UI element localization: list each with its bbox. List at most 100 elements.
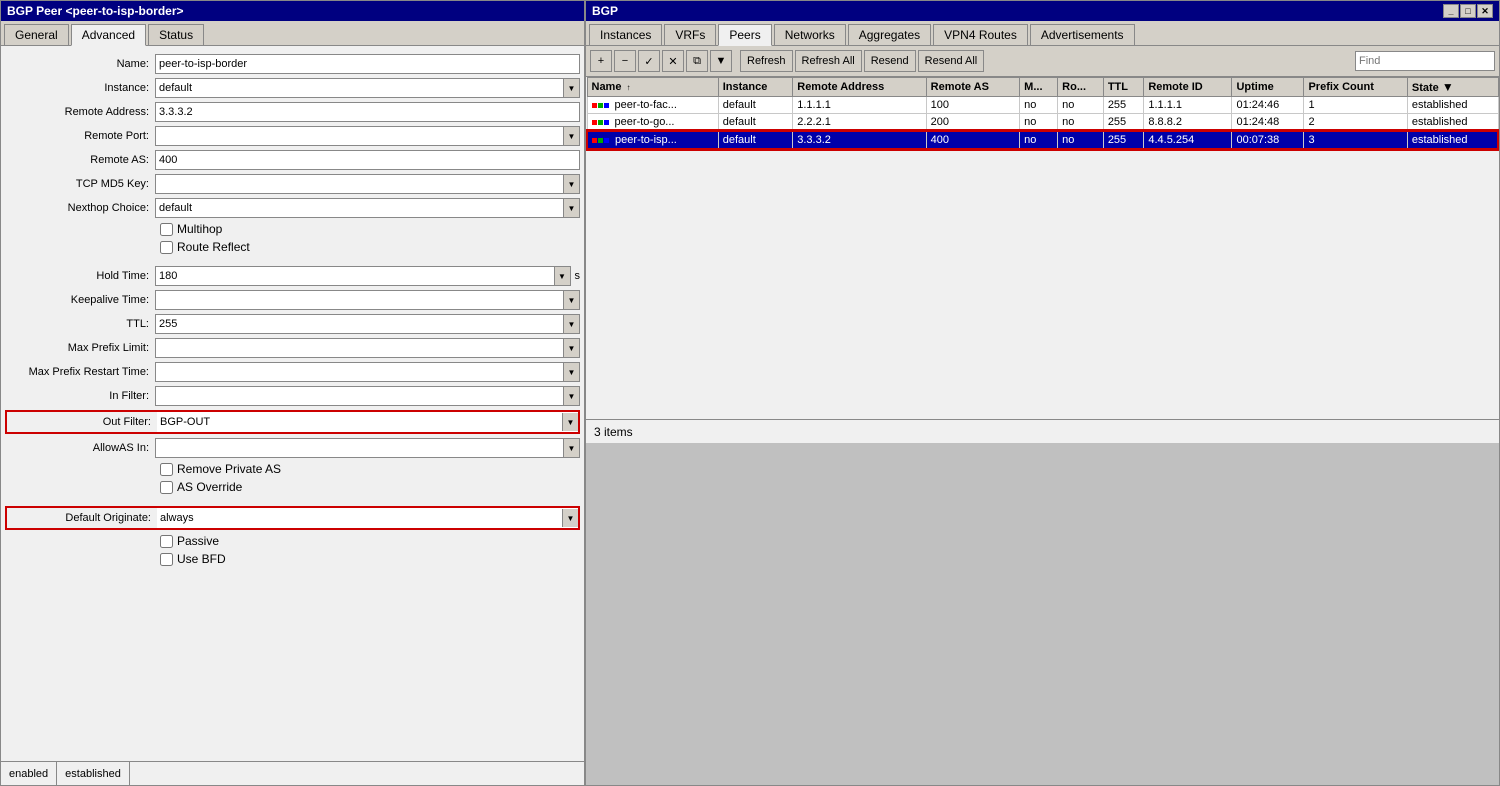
- allow-as-dropdown-btn[interactable]: ▼: [563, 439, 579, 457]
- ttl-select[interactable]: 255 ▼: [155, 314, 580, 334]
- multihop-checkbox[interactable]: [160, 223, 173, 236]
- max-prefix-dropdown-btn[interactable]: ▼: [563, 339, 579, 357]
- col-remote-as[interactable]: Remote AS: [926, 78, 1020, 97]
- remote-as-field[interactable]: [155, 150, 580, 170]
- in-filter-dropdown-btn[interactable]: ▼: [563, 387, 579, 405]
- remote-address-field[interactable]: [155, 102, 580, 122]
- name-sort-icon: ↑: [627, 83, 631, 92]
- out-filter-highlighted-wrapper: Out Filter: BGP-OUT ▼: [5, 410, 580, 434]
- resend-btn[interactable]: Resend: [864, 50, 916, 72]
- tcp-md5-dropdown-btn[interactable]: ▼: [563, 175, 579, 193]
- col-prefix-count[interactable]: Prefix Count: [1304, 78, 1407, 97]
- remove-private-as-checkbox[interactable]: [160, 463, 173, 476]
- col-remote-id[interactable]: Remote ID: [1144, 78, 1232, 97]
- instance-select[interactable]: default ▼: [155, 78, 580, 98]
- status-established: established: [57, 762, 130, 785]
- col-m[interactable]: M...: [1020, 78, 1058, 97]
- instance-dropdown-btn[interactable]: ▼: [563, 79, 579, 97]
- peer-uptime-3: 00:07:38: [1232, 131, 1304, 149]
- name-field[interactable]: [155, 54, 580, 74]
- default-originate-select[interactable]: always ▼: [157, 508, 578, 528]
- allow-as-select[interactable]: ▼: [155, 438, 580, 458]
- refresh-all-btn[interactable]: Refresh All: [795, 50, 862, 72]
- col-instance[interactable]: Instance: [718, 78, 793, 97]
- max-prefix-select[interactable]: ▼: [155, 338, 580, 358]
- route-reflect-checkbox[interactable]: [160, 241, 173, 254]
- peer-icon-sq-b: [604, 120, 609, 125]
- keepalive-dropdown-btn[interactable]: ▼: [563, 291, 579, 309]
- filter-btn[interactable]: ▼: [710, 50, 732, 72]
- col-uptime[interactable]: Uptime: [1232, 78, 1304, 97]
- hold-time-select[interactable]: 180 ▼: [155, 266, 571, 286]
- status-enabled: enabled: [1, 762, 57, 785]
- remove-btn[interactable]: −: [614, 50, 636, 72]
- peer-state-1: established: [1407, 97, 1498, 114]
- hold-time-dropdown-btn[interactable]: ▼: [554, 267, 570, 285]
- tab-peers[interactable]: Peers: [718, 24, 771, 46]
- table-row[interactable]: peer-to-go... default 2.2.2.1 200 no no …: [587, 114, 1498, 132]
- tab-vrfs[interactable]: VRFs: [664, 24, 716, 45]
- items-count: 3 items: [594, 425, 633, 439]
- tcp-md5-select[interactable]: ▼: [155, 174, 580, 194]
- remote-port-dropdown-btn[interactable]: ▼: [563, 127, 579, 145]
- out-filter-dropdown-btn[interactable]: ▼: [562, 413, 578, 431]
- keepalive-select[interactable]: ▼: [155, 290, 580, 310]
- minimize-btn[interactable]: _: [1443, 4, 1459, 18]
- ttl-value: 255: [156, 317, 563, 331]
- tab-advanced[interactable]: Advanced: [71, 24, 146, 46]
- resend-all-btn[interactable]: Resend All: [918, 50, 985, 72]
- default-originate-dropdown-btn[interactable]: ▼: [562, 509, 578, 527]
- col-remote-address[interactable]: Remote Address: [793, 78, 926, 97]
- cross-btn[interactable]: ✕: [662, 50, 684, 72]
- max-prefix-restart-value: [156, 371, 563, 373]
- maximize-btn[interactable]: □: [1460, 4, 1476, 18]
- close-btn[interactable]: ✕: [1477, 4, 1493, 18]
- add-btn[interactable]: +: [590, 50, 612, 72]
- remote-port-select[interactable]: ▼: [155, 126, 580, 146]
- max-prefix-restart-dropdown-btn[interactable]: ▼: [563, 363, 579, 381]
- table-row-selected[interactable]: peer-to-isp... default 3.3.3.2 400 no no…: [587, 131, 1498, 149]
- tab-aggregates[interactable]: Aggregates: [848, 24, 931, 45]
- name-row: Name:: [5, 54, 580, 74]
- peer-prefix-count-3: 3: [1304, 131, 1407, 149]
- copy-btn[interactable]: ⧉: [686, 50, 708, 72]
- tab-networks[interactable]: Networks: [774, 24, 846, 45]
- find-input[interactable]: [1355, 51, 1495, 71]
- remote-as-row: Remote AS:: [5, 150, 580, 170]
- tab-instances[interactable]: Instances: [589, 24, 662, 45]
- name-label: Name:: [5, 58, 155, 70]
- peer-remote-addr-1: 1.1.1.1: [793, 97, 926, 114]
- multihop-label: Multihop: [177, 222, 222, 236]
- in-filter-select[interactable]: ▼: [155, 386, 580, 406]
- tab-status[interactable]: Status: [148, 24, 204, 45]
- col-name[interactable]: Name ↑: [587, 78, 718, 97]
- ttl-dropdown-btn[interactable]: ▼: [563, 315, 579, 333]
- refresh-btn[interactable]: Refresh: [740, 50, 793, 72]
- in-filter-label: In Filter:: [5, 390, 155, 402]
- tab-vpn4-routes[interactable]: VPN4 Routes: [933, 24, 1028, 45]
- peer-icon-1: [592, 103, 609, 108]
- as-override-checkbox[interactable]: [160, 481, 173, 494]
- peer-icon-3: [592, 138, 609, 143]
- tcp-md5-label: TCP MD5 Key:: [5, 178, 155, 190]
- tab-general[interactable]: General: [4, 24, 69, 45]
- max-prefix-restart-select[interactable]: ▼: [155, 362, 580, 382]
- passive-checkbox[interactable]: [160, 535, 173, 548]
- tab-advertisements[interactable]: Advertisements: [1030, 24, 1135, 45]
- col-ro[interactable]: Ro...: [1058, 78, 1104, 97]
- nexthop-dropdown-btn[interactable]: ▼: [563, 199, 579, 217]
- as-override-row: AS Override: [160, 480, 580, 494]
- route-reflect-label: Route Reflect: [177, 240, 250, 254]
- col-state[interactable]: State ▼: [1407, 78, 1498, 97]
- check-btn[interactable]: ✓: [638, 50, 660, 72]
- use-bfd-checkbox[interactable]: [160, 553, 173, 566]
- peer-remote-addr-3: 3.3.3.2: [793, 131, 926, 149]
- table-row[interactable]: peer-to-fac... default 1.1.1.1 100 no no…: [587, 97, 1498, 114]
- peer-remote-id-1: 1.1.1.1: [1144, 97, 1232, 114]
- ttl-row: TTL: 255 ▼: [5, 314, 580, 334]
- nexthop-select[interactable]: default ▼: [155, 198, 580, 218]
- out-filter-select[interactable]: BGP-OUT ▼: [157, 412, 578, 432]
- remote-port-value: [156, 135, 563, 137]
- peer-name-1: peer-to-fac...: [587, 97, 718, 114]
- col-ttl[interactable]: TTL: [1103, 78, 1144, 97]
